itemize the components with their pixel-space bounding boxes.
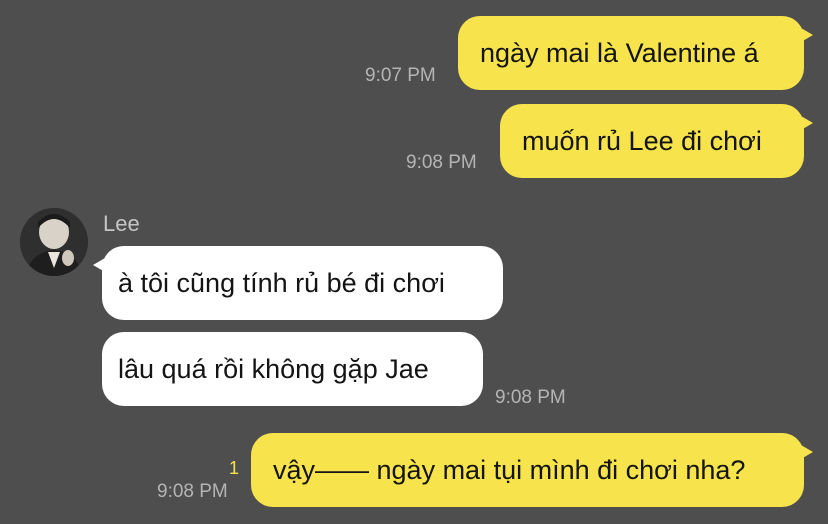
outgoing-message[interactable]: vậy—— ngày mai tụi mình đi chơi nha? <box>251 433 813 507</box>
outgoing-message[interactable]: ngày mai là Valentine á <box>458 16 813 90</box>
message-text: lâu quá rồi không gặp Jae <box>118 353 429 384</box>
contact-name[interactable]: Lee <box>103 213 140 235</box>
profile-photo-icon <box>20 208 88 276</box>
message-text: ngày mai là Valentine á <box>480 37 759 68</box>
contact-avatar[interactable] <box>20 208 88 276</box>
message-timestamp: 9:08 PM <box>157 481 228 502</box>
message-timestamp: 9:08 PM <box>406 152 477 173</box>
message-text: vậy—— ngày mai tụi mình đi chơi nha? <box>273 454 746 485</box>
message-text: muốn rủ Lee đi chơi <box>522 125 762 156</box>
incoming-message[interactable]: lâu quá rồi không gặp Jae <box>102 332 483 406</box>
incoming-message[interactable]: à tôi cũng tính rủ bé đi chơi <box>93 246 503 320</box>
outgoing-message[interactable]: muốn rủ Lee đi chơi <box>500 104 813 178</box>
unread-count-badge: 1 <box>229 458 240 478</box>
message-text: à tôi cũng tính rủ bé đi chơi <box>118 267 445 298</box>
message-timestamp: 9:08 PM <box>495 387 566 408</box>
chat-view: ngày mai là Valentine á 9:07 PM muốn rủ … <box>0 0 828 524</box>
message-timestamp: 9:07 PM <box>365 65 436 86</box>
